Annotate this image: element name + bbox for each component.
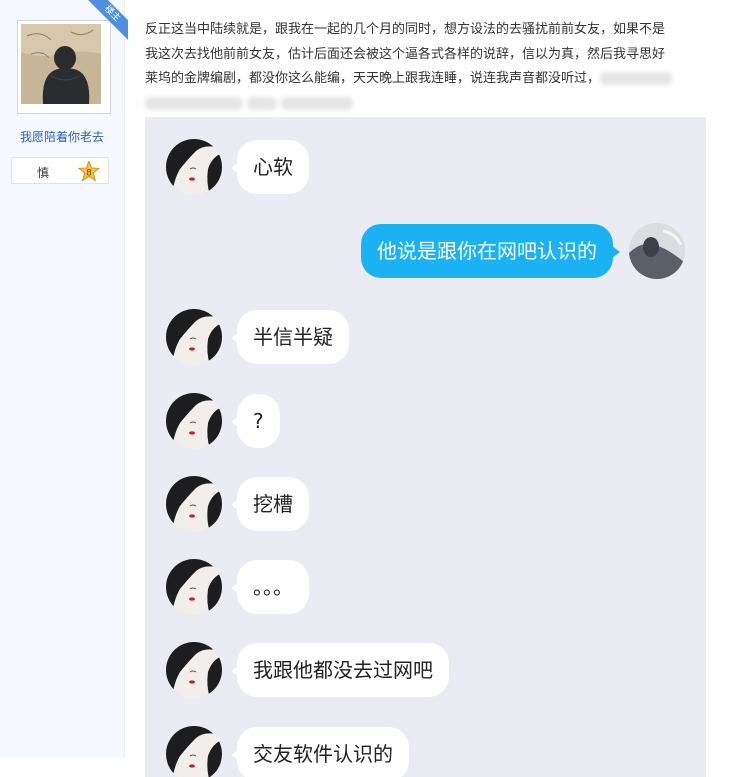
chat-message: 半信半疑 [145, 309, 706, 365]
incoming-bubble: 我跟他都没去过网吧 [231, 643, 449, 697]
post-line: 反正这当中陆续就是，跟我在一起的几个月的同时，想方设法的去骚扰前前女友，如果不是 [145, 22, 666, 37]
chat-message: 心软 [145, 139, 706, 195]
op-badge: 楼主 [88, 0, 128, 40]
user-avatar [629, 223, 685, 279]
level-badge[interactable]: 慎 8 [11, 157, 109, 184]
author-sidebar: 楼主 我愿陪着你老去 慎 8 [0, 0, 128, 758]
level-number: 8 [86, 169, 92, 179]
contact-avatar [166, 476, 222, 532]
op-badge-label: 楼主 [88, 0, 128, 40]
blurred-text [145, 96, 243, 110]
chat-message: 他说是跟你在网吧认识的 [145, 223, 706, 279]
chat-message: 。。。 [145, 559, 706, 615]
contact-avatar [166, 642, 222, 698]
incoming-bubble: 。。。 [231, 560, 309, 614]
chat-message: 挖槽 [145, 476, 706, 532]
chat-message: ? [145, 393, 706, 449]
author-username[interactable]: 我愿陪着你老去 [0, 128, 124, 145]
post-line-text: 莱坞的金牌编剧，都没你这么能编，天天晚上跟我连睡，说连我声音都没听过， [145, 71, 601, 86]
post-line [145, 92, 711, 117]
contact-avatar [166, 393, 222, 449]
incoming-bubble: 半信半疑 [231, 310, 349, 364]
incoming-bubble: ? [231, 394, 280, 448]
blurred-text [281, 96, 354, 110]
chat-message: 我跟他都没去过网吧 [145, 642, 706, 698]
contact-avatar [166, 559, 222, 615]
incoming-bubble: 心软 [231, 140, 309, 194]
post-line: 莱坞的金牌编剧，都没你这么能编，天天晚上跟我连睡，说连我声音都没听过， [145, 67, 711, 92]
outgoing-bubble: 他说是跟你在网吧认识的 [361, 224, 620, 278]
incoming-bubble: 挖槽 [231, 477, 309, 531]
post-line: 我这次去找他前前女友，估计后面还会被这个逼各式各样的说辞，信以为真，然后我寻思好 [145, 46, 666, 62]
star-badge-icon: 8 [78, 161, 100, 182]
incoming-bubble: 交友软件认识的 [231, 727, 409, 777]
blurred-text [247, 96, 278, 110]
blurred-text [600, 72, 673, 85]
chat-message: 交友软件认识的 [145, 726, 706, 777]
contact-avatar [166, 726, 222, 777]
chat-screenshot: 心软 他说是跟你在网吧认识的 半信半疑 ? 挖槽 。。。 我跟他都没去过网吧 交… [145, 117, 706, 777]
post-content: 反正这当中陆续就是，跟我在一起的几个月的同时，想方设法的去骚扰前前女友，如果不是… [145, 18, 711, 116]
contact-avatar [166, 309, 222, 365]
contact-avatar [166, 139, 222, 195]
level-name: 慎 [37, 166, 50, 180]
